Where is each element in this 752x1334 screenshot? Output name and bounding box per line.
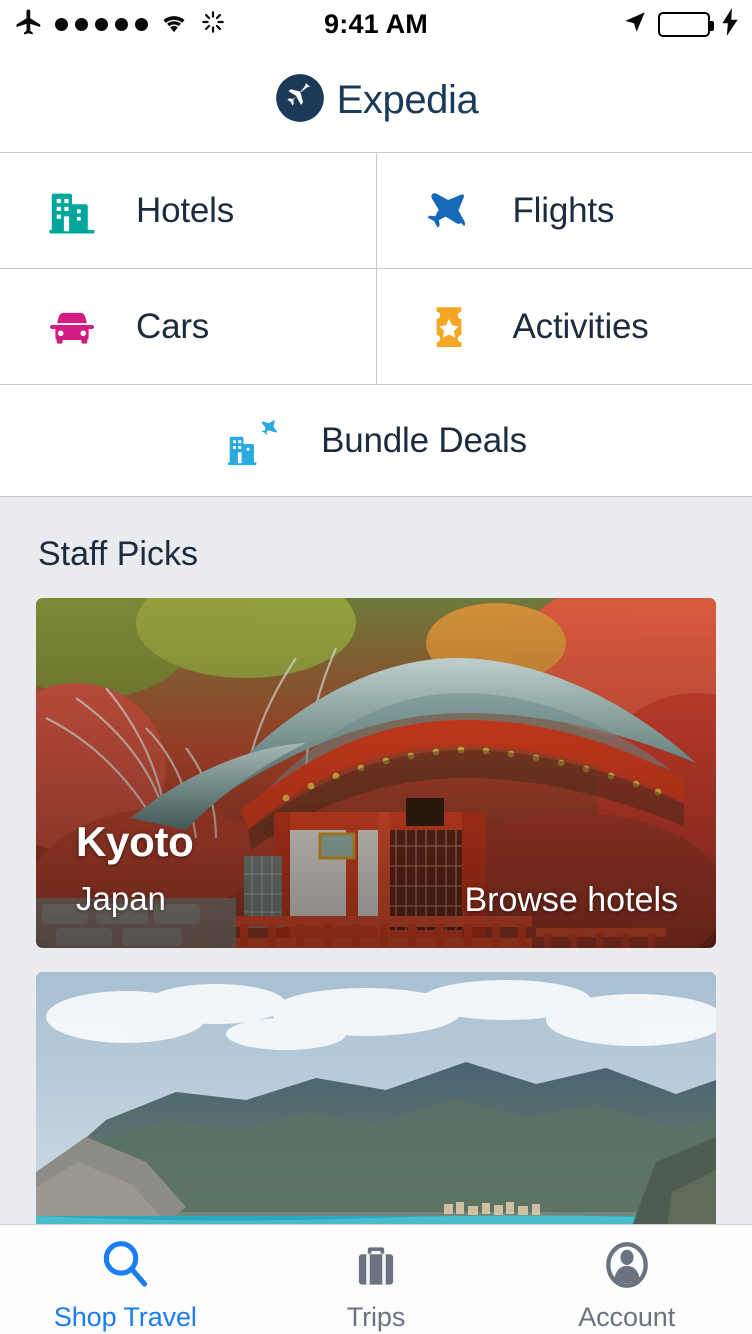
battery-full-icon — [658, 11, 714, 37]
card-city-name: Kyoto — [76, 818, 194, 865]
status-bar-time: 9:41 AM — [324, 8, 428, 39]
staff-pick-card-coast[interactable] — [36, 972, 716, 1224]
staff-picks-section: Staff Picks Kyoto Japan Browse hotels — [0, 497, 752, 1224]
airplane-icon — [421, 183, 477, 239]
tab-label: Shop Travel — [53, 1302, 197, 1332]
section-title: Staff Picks — [38, 535, 198, 573]
hotel-plus-flight-icon — [225, 413, 281, 469]
card-country-name: Japan — [76, 880, 166, 917]
app-header: Expedia — [0, 48, 752, 152]
hotel-building-icon — [44, 183, 100, 239]
search-magnifier-icon — [97, 1230, 153, 1292]
nav-item-label: Cars — [136, 306, 210, 346]
card-text-overlay: Kyoto Japan Browse hotels — [36, 598, 716, 948]
nav-item-hotels[interactable]: Hotels — [0, 153, 377, 268]
service-nav-grid: Hotels Flights Cars Activities Bundle De… — [0, 152, 752, 497]
tab-account[interactable]: Account — [501, 1225, 752, 1334]
app-screen: 9:41 AM Expedia Hotels Flights Cars Acti… — [0, 0, 752, 1334]
nav-item-flights[interactable]: Flights — [377, 153, 752, 268]
location-arrow-icon — [622, 9, 648, 40]
card-text-overlay — [36, 972, 716, 1224]
tab-shop-travel[interactable]: Shop Travel — [0, 1225, 251, 1334]
nav-item-label: Flights — [512, 190, 615, 230]
nav-item-label: Activities — [512, 306, 649, 346]
ticket-star-icon — [421, 299, 477, 355]
car-front-icon — [44, 299, 100, 355]
person-avatar-icon — [600, 1230, 654, 1292]
staff-pick-card-kyoto[interactable]: Kyoto Japan Browse hotels — [36, 598, 716, 948]
nav-item-cars[interactable]: Cars — [0, 269, 377, 384]
tab-trips[interactable]: Trips — [251, 1225, 502, 1334]
tab-label: Account — [578, 1302, 676, 1332]
status-bar: 9:41 AM — [0, 0, 752, 48]
suitcase-icon — [350, 1230, 402, 1292]
status-bar-right — [622, 0, 740, 48]
card-cta-link[interactable]: Browse hotels — [464, 881, 678, 920]
charging-bolt-icon — [720, 7, 740, 41]
expedia-plane-logo-icon — [274, 72, 326, 129]
nav-item-label: Hotels — [136, 190, 235, 230]
brand-name: Expedia — [336, 77, 479, 122]
nav-item-bundle-deals[interactable]: Bundle Deals — [225, 385, 527, 497]
nav-item-label: Bundle Deals — [321, 421, 527, 460]
bottom-tab-bar: Shop Travel Trips Account — [0, 1224, 752, 1334]
nav-item-activities[interactable]: Activities — [377, 269, 752, 384]
tab-label: Trips — [346, 1302, 406, 1332]
